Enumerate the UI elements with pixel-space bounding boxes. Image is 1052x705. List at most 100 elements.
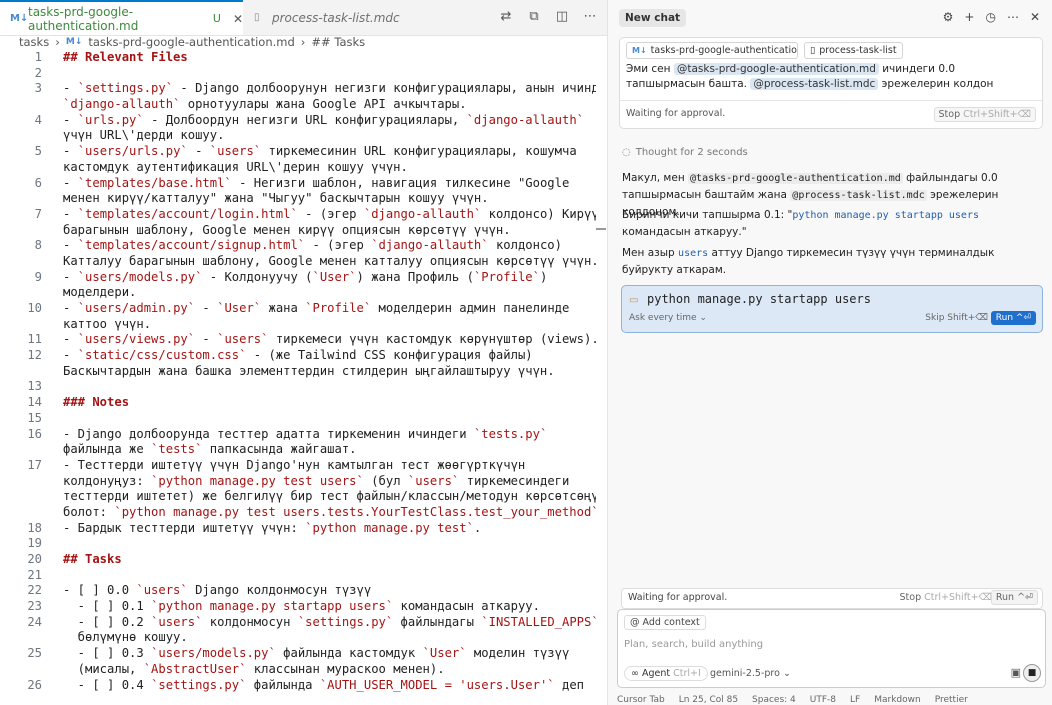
code-line[interactable]: 12 - `static/css/custom.css` - (же Tailwi… [0, 348, 596, 364]
line-number: 18 [27, 520, 42, 535]
line-text: моделдери. [63, 285, 137, 300]
code-line[interactable]: 7 - `templates/account/login.html` - (эге… [0, 207, 596, 223]
compare-icon[interactable]: ⇄ [499, 9, 513, 24]
chat-header: New chat ⚙ + ◷ ⋯ ✕ [608, 0, 1052, 35]
editor-toolbar: ⇄ ⧉ ◫ ⋯ [499, 9, 597, 24]
line-number: 16 [27, 426, 42, 441]
new-chat-tab[interactable]: New chat [619, 8, 687, 27]
code-line[interactable]: 8 - `templates/account/signup.html` - (эг… [0, 238, 596, 254]
tab-process-task-list[interactable]: ▯ process-task-list.mdc [244, 0, 404, 35]
status-item[interactable]: Spaces: 4 [752, 695, 796, 705]
history-icon[interactable]: ◷ [985, 10, 995, 24]
code-line[interactable]: 3 - `settings.py` - Django долбоорунун не… [0, 81, 596, 97]
code-line[interactable]: моделдери. [0, 285, 596, 301]
model-selector[interactable]: gemini-2.5-pro ⌄ [710, 668, 791, 679]
code-editor[interactable]: 1 ## Relevant Files 2 3 - `settings.py` - Dj… [0, 50, 596, 695]
code-line[interactable]: үчүн URL\'дерди кошуу. [0, 128, 596, 144]
code-line[interactable]: 22 - [ ] 0.0 `users` Django колдонмосун т… [0, 583, 596, 599]
code-line[interactable]: 4 - `urls.py` - Долбоордун негизги URL ко… [0, 113, 596, 129]
code-line[interactable]: Катталуу барагынын шаблону, Google менен… [0, 254, 596, 270]
settings-icon[interactable]: ⚙ [943, 10, 954, 24]
code-line[interactable]: каттоо үчүн. [0, 317, 596, 333]
code-line[interactable]: 26 - [ ] 0.4 `settings.py` файлында `AUT… [0, 678, 596, 694]
waiting-status: Waiting for approval. [626, 108, 726, 119]
code-line[interactable]: барагынын шаблону, Google менен кирүү оп… [0, 223, 596, 239]
status-item[interactable]: LF [850, 695, 860, 705]
more-icon[interactable]: ⋯ [583, 9, 597, 24]
code-line[interactable]: тесттерди иштетет) же белгилүү бир тест … [0, 489, 596, 505]
code-line[interactable]: 5 - `users/urls.py` - `users` тиркемесини… [0, 144, 596, 160]
line-number: 11 [27, 332, 42, 347]
context-chip[interactable]: ▯ process-task-list [804, 42, 903, 59]
breadcrumb-item[interactable]: tasks [19, 35, 49, 49]
user-message-card[interactable]: M↓ tasks-prd-google-authenticatio... ▯ pro… [619, 37, 1043, 129]
add-context-button[interactable]: @ Add context [624, 615, 706, 630]
agent-mode-selector[interactable]: ∞ Agent Ctrl+I [624, 666, 708, 681]
line-text: менен кирүү/катталуу" жана "Чыгуу" баскы… [63, 191, 489, 206]
split-editor-icon[interactable]: ◫ [555, 9, 569, 24]
close-icon[interactable]: ✕ [1030, 10, 1040, 24]
code-line[interactable]: 25 - [ ] 0.3 `users/models.py` файлында … [0, 646, 596, 662]
preview-icon[interactable]: ⧉ [527, 9, 541, 24]
chat-input[interactable]: Plan, search, build anything [624, 639, 763, 650]
code-line[interactable]: 6 - `templates/base.html` - Негизги шабло… [0, 176, 596, 192]
editor-pane: M↓ tasks-prd-google-authentication.md U … [0, 0, 608, 705]
code-line[interactable]: 18 - Бардык тесттерди иштетүү үчүн: `pyth… [0, 521, 596, 537]
code-line[interactable]: 2 [0, 66, 596, 82]
code-line[interactable]: 20 ## Tasks [0, 552, 596, 568]
code-line[interactable]: бөлүмүнө кошуу. [0, 630, 596, 646]
code-line[interactable]: 15 [0, 411, 596, 427]
code-line[interactable]: 9 - `users/models.py` - Колдонуучу (`User… [0, 270, 596, 286]
code-line[interactable]: болот: `python manage.py test users.test… [0, 505, 596, 521]
message-text: командасын аткаруу." [622, 226, 747, 238]
code-line[interactable]: (мисалы, `AbstractUser` классынан мураск… [0, 662, 596, 678]
code-line[interactable]: 16 - Django долбоорунда тесттер адатта ти… [0, 427, 596, 443]
line-text: барагынын шаблону, Google менен кирүү оп… [63, 222, 511, 237]
breadcrumb-item[interactable]: tasks-prd-google-authentication.md [88, 35, 294, 49]
run-button[interactable]: Run ^⏎ [990, 311, 1036, 325]
code-line[interactable]: 17 - Тесттерди иштетүү үчүн Django'нун ка… [0, 458, 596, 474]
code-line[interactable]: 11 - `users/views.py` - `users` тиркемеси… [0, 332, 596, 348]
file-reference[interactable]: @process-task-list.mdc [750, 78, 879, 90]
line-text: - `users/admin.py` - `User` жана `Profil… [63, 301, 570, 315]
file-icon: ▯ [254, 12, 260, 23]
image-icon[interactable]: ▣ [1011, 666, 1021, 679]
code-line[interactable]: Баскычтардын жана башка элементтердин ст… [0, 364, 596, 380]
tab-tasks-prd[interactable]: M↓ tasks-prd-google-authentication.md U … [0, 0, 243, 35]
code-line[interactable]: `django-allauth` орнотуулары жана Google… [0, 97, 596, 113]
breadcrumb-item[interactable]: ## Tasks [311, 35, 365, 49]
close-icon[interactable]: ✕ [233, 12, 243, 26]
code-line[interactable]: 13 [0, 379, 596, 395]
code-line[interactable]: 24 - [ ] 0.2 `users` колдонмосун `settin… [0, 615, 596, 631]
status-item[interactable]: Markdown [874, 695, 920, 705]
file-reference[interactable]: @tasks-prd-google-authentication.md [673, 63, 879, 75]
code-line[interactable]: колдонуңуз: `python manage.py test users… [0, 474, 596, 490]
send-icon[interactable]: ■ [1023, 664, 1041, 682]
code-line[interactable]: 14 ### Notes [0, 395, 596, 411]
code-line[interactable]: менен кирүү/катталуу" жана "Чыгуу" баскы… [0, 191, 596, 207]
context-chip[interactable]: M↓ tasks-prd-google-authenticatio... [626, 42, 798, 59]
code-line[interactable]: 1 ## Relevant Files [0, 50, 596, 66]
code-line[interactable]: 10 - `users/admin.py` - `User` жана `Prof… [0, 301, 596, 317]
status-item[interactable]: UTF-8 [810, 695, 836, 705]
code-line[interactable]: 23 - [ ] 0.1 `python manage.py startapp … [0, 599, 596, 615]
code-line[interactable]: 21 [0, 568, 596, 584]
chat-input-box[interactable]: @ Add context Plan, search, build anythi… [617, 609, 1046, 688]
status-item[interactable]: Ln 25, Col 85 [679, 695, 738, 705]
code-line[interactable]: кастомдук аутентификация URL\'дерин кошу… [0, 160, 596, 176]
file-reference[interactable]: @process-task-list.mdc [790, 190, 927, 201]
stop-button[interactable]: Stop Ctrl+Shift+⌫ [933, 107, 1036, 122]
file-reference[interactable]: @tasks-prd-google-authentication.md [688, 173, 903, 184]
thought-indicator[interactable]: ◌ Thought for 2 seconds [622, 147, 748, 158]
status-item[interactable]: Prettier [935, 695, 968, 705]
run-button[interactable]: Run ^⏎ [990, 590, 1038, 605]
stop-button[interactable]: Stop Ctrl+Shift+⌫ [900, 592, 993, 603]
more-icon[interactable]: ⋯ [1007, 10, 1019, 24]
code-line[interactable]: 19 [0, 536, 596, 552]
code-line[interactable]: файлында же `tests` папкасында жайгашат. [0, 442, 596, 458]
status-item[interactable]: Cursor Tab [617, 695, 665, 705]
plus-icon[interactable]: + [964, 10, 974, 24]
ask-every-time-dropdown[interactable]: Ask every time ⌄ [629, 313, 707, 323]
skip-button[interactable]: Skip Shift+⌫ [925, 313, 988, 323]
message-text: Биринчи кичи тапшырма 0.1: " [622, 209, 793, 221]
